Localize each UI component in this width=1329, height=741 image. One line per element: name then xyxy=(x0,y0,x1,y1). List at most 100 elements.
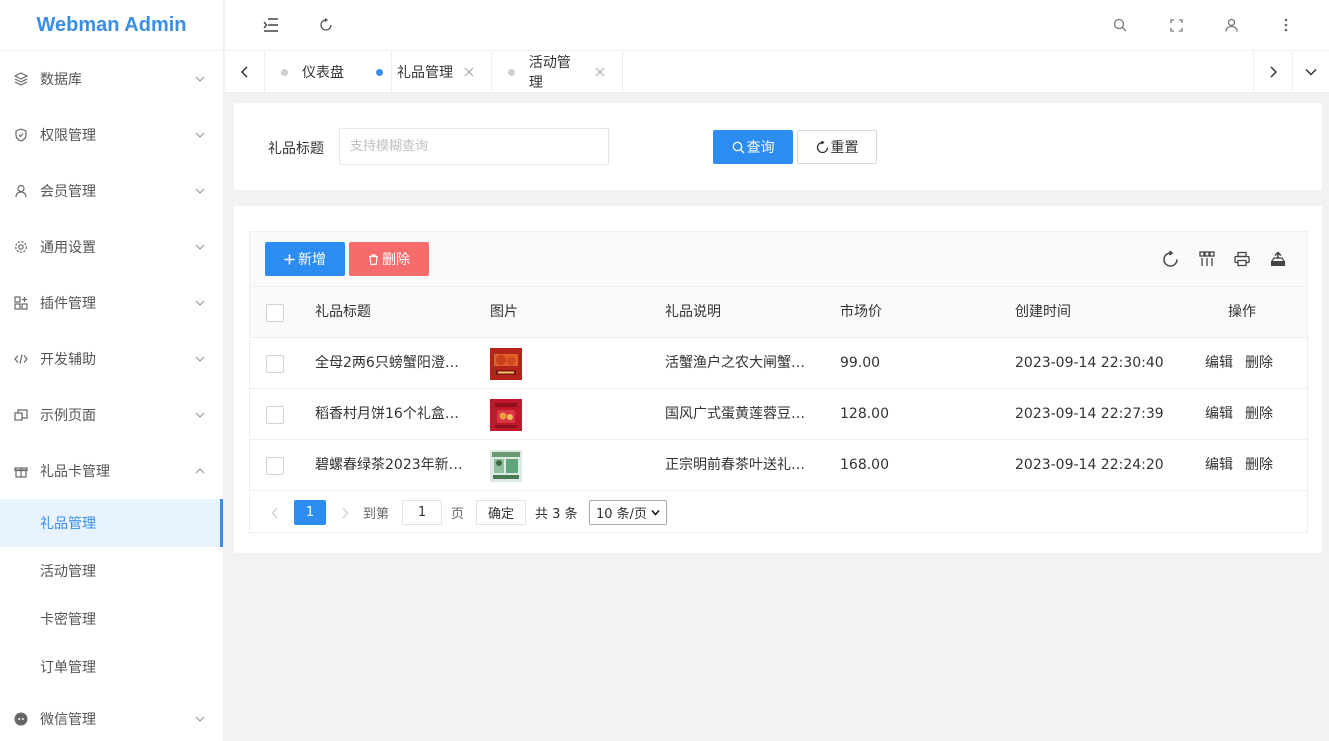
sidebar-item-giftcards[interactable]: 礼品卡管理 xyxy=(0,443,223,499)
delete-link[interactable]: 删除 xyxy=(1245,440,1273,491)
table-toolbar: 新增 删除 xyxy=(250,232,1307,287)
goto-confirm-button[interactable]: 确定 xyxy=(476,500,526,525)
gift-price: 168.00 xyxy=(840,457,889,473)
add-button[interactable]: 新增 xyxy=(265,242,345,276)
refresh-icon[interactable] xyxy=(313,12,339,38)
chevron-down-icon xyxy=(195,244,205,250)
sidebar: Webman Admin 数据库 权限管理 会员管理 通用设置 插件管理 开发辅… xyxy=(0,0,224,741)
menu-fold-icon[interactable] xyxy=(258,12,284,38)
sidebar-item-dev-tools[interactable]: 开发辅助 xyxy=(0,331,223,387)
chevron-down-icon xyxy=(1305,68,1317,76)
gear-icon xyxy=(14,240,28,254)
row-checkbox[interactable] xyxy=(266,457,284,475)
gift-created-time: 2023-09-14 22:30:40 xyxy=(1015,355,1164,371)
gift-title: 稻香村月饼16个礼盒… xyxy=(315,406,459,422)
gift-title: 全母2两6只螃蟹阳澄… xyxy=(315,355,459,371)
sidebar-item-members[interactable]: 会员管理 xyxy=(0,163,223,219)
column-header-created: 创建时间 xyxy=(1015,304,1071,320)
chevron-up-icon xyxy=(195,468,205,474)
goto-page-input[interactable] xyxy=(402,500,442,525)
gift-description: 正宗明前春茶叶送礼… xyxy=(665,457,805,473)
table-row: 稻香村月饼16个礼盒… 国风广式蛋黄莲蓉豆… 128.00 2023-09-14… xyxy=(250,389,1307,440)
search-icon[interactable] xyxy=(1107,12,1133,38)
table-row: 碧螺春绿茶2023年新… 正宗明前春茶叶送礼… 168.00 2023-09-1… xyxy=(250,440,1307,491)
gift-price: 128.00 xyxy=(840,406,889,422)
tab-label: 活动管理 xyxy=(528,55,571,91)
sidebar-item-examples[interactable]: 示例页面 xyxy=(0,387,223,443)
gift-image[interactable] xyxy=(490,399,522,431)
sidebar-subitem-orders[interactable]: 订单管理 xyxy=(0,643,223,691)
more-icon[interactable] xyxy=(1273,12,1299,38)
chevron-left-icon xyxy=(271,507,278,518)
user-icon xyxy=(14,184,28,198)
gift-image[interactable] xyxy=(490,348,522,380)
sidebar-item-label: 权限管理 xyxy=(40,128,96,144)
edit-link[interactable]: 编辑 xyxy=(1205,440,1233,491)
prev-page-button[interactable] xyxy=(268,500,282,525)
chevron-down-icon xyxy=(195,716,205,722)
row-checkbox[interactable] xyxy=(266,406,284,424)
sidebar-item-label: 微信管理 xyxy=(40,712,96,728)
plugin-icon xyxy=(14,296,28,310)
tab-label: 仪表盘 xyxy=(302,65,344,81)
close-icon[interactable] xyxy=(463,66,475,78)
user-icon[interactable] xyxy=(1218,12,1244,38)
column-header-description: 礼品说明 xyxy=(665,304,721,320)
plus-icon xyxy=(284,254,295,264)
gift-description: 国风广式蛋黄莲蓉豆… xyxy=(665,406,805,422)
gift-image[interactable] xyxy=(490,450,522,482)
tab-activity-management[interactable]: 活动管理 xyxy=(492,51,623,93)
current-page[interactable]: 1 xyxy=(294,500,326,525)
sidebar-item-label: 礼品卡管理 xyxy=(40,464,110,480)
refresh-icon[interactable] xyxy=(1159,248,1181,270)
sidebar-subitem-activities[interactable]: 活动管理 xyxy=(0,547,223,595)
chevron-left-icon xyxy=(240,66,248,78)
sidebar-item-label: 插件管理 xyxy=(40,296,96,312)
delete-button-label: 删除 xyxy=(382,252,410,268)
chevron-down-icon xyxy=(195,76,205,82)
edit-link[interactable]: 编辑 xyxy=(1205,338,1233,389)
tab-scroll-left[interactable] xyxy=(225,51,265,93)
goto-suffix: 页 xyxy=(451,507,465,522)
sidebar-item-plugins[interactable]: 插件管理 xyxy=(0,275,223,331)
tab-gift-management[interactable]: 礼品管理 xyxy=(360,51,492,93)
sidebar-subitem-gifts[interactable]: 礼品管理 xyxy=(0,499,223,547)
pages-icon xyxy=(14,408,28,422)
row-checkbox[interactable] xyxy=(266,355,284,373)
sidebar-item-label: 通用设置 xyxy=(40,240,96,256)
print-icon[interactable] xyxy=(1231,248,1253,270)
next-page-button[interactable] xyxy=(338,500,352,525)
app-logo[interactable]: Webman Admin xyxy=(0,0,223,51)
delete-link[interactable]: 删除 xyxy=(1245,338,1273,389)
sidebar-item-wechat[interactable]: 微信管理 xyxy=(0,691,223,741)
sidebar-item-settings[interactable]: 通用设置 xyxy=(0,219,223,275)
fullscreen-icon[interactable] xyxy=(1163,12,1189,38)
tab-scroll-right[interactable] xyxy=(1253,51,1293,93)
column-header-title: 礼品标题 xyxy=(315,304,371,320)
edit-link[interactable]: 编辑 xyxy=(1205,389,1233,440)
close-icon[interactable] xyxy=(594,66,606,78)
chevron-right-icon xyxy=(1270,66,1278,78)
reset-button[interactable]: 重置 xyxy=(797,130,877,164)
chevron-down-icon xyxy=(195,188,205,194)
delete-link[interactable]: 删除 xyxy=(1245,389,1273,440)
tab-dropdown[interactable] xyxy=(1293,51,1329,93)
table-header-row: 礼品标题 图片 礼品说明 市场价 创建时间 操作 xyxy=(250,287,1307,338)
query-button[interactable]: 查询 xyxy=(713,130,793,164)
sidebar-item-permissions[interactable]: 权限管理 xyxy=(0,107,223,163)
sidebar-item-label: 数据库 xyxy=(40,72,82,88)
select-all-checkbox[interactable] xyxy=(266,304,284,322)
chevron-down-icon xyxy=(195,300,205,306)
search-label: 礼品标题 xyxy=(268,141,324,157)
page-size-select[interactable]: 10 条/页 xyxy=(589,500,667,525)
gift-title-input[interactable] xyxy=(339,128,609,165)
layers-icon xyxy=(14,72,28,86)
export-icon[interactable] xyxy=(1267,248,1289,270)
sidebar-item-label: 会员管理 xyxy=(40,184,96,200)
delete-button[interactable]: 删除 xyxy=(349,242,429,276)
tab-bar: 仪表盘 礼品管理 活动管理 xyxy=(225,51,1329,93)
sidebar-item-database[interactable]: 数据库 xyxy=(0,51,223,107)
gift-description: 活蟹渔户之农大闸蟹… xyxy=(665,355,805,371)
columns-icon[interactable] xyxy=(1196,248,1218,270)
sidebar-subitem-card-keys[interactable]: 卡密管理 xyxy=(0,595,223,643)
